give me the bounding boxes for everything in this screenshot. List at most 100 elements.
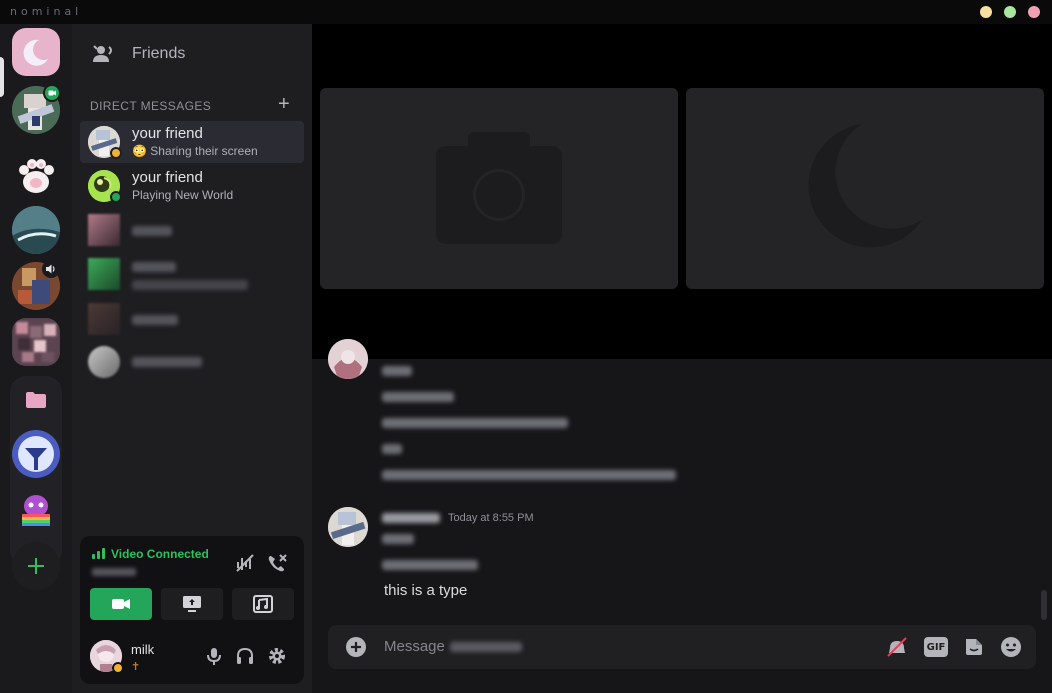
custom-status: ✝ [131, 661, 141, 673]
plus-circle-icon [346, 637, 366, 657]
online-status-icon [110, 191, 122, 203]
plus-icon [28, 558, 44, 574]
home-button[interactable] [12, 28, 60, 76]
dm-status: Playing New World [132, 188, 234, 202]
camera-icon [112, 599, 130, 609]
disconnect-icon[interactable] [266, 552, 288, 574]
avatar [88, 258, 120, 290]
video-badge [43, 84, 61, 102]
speaker-icon [46, 264, 55, 274]
activity-icon [253, 595, 273, 613]
emoji-button[interactable] [999, 635, 1023, 659]
gif-button[interactable]: GIF [924, 637, 948, 657]
dm-sidebar: Friends DIRECT MESSAGES + your friend 😳 … [72, 24, 312, 693]
server-pixel[interactable] [12, 318, 60, 366]
redacted-text [382, 392, 454, 402]
server-wave[interactable] [12, 206, 60, 254]
avatar [88, 214, 120, 246]
voice-status: Video Connected [111, 547, 209, 561]
paw-icon [19, 159, 54, 193]
screen-share-button[interactable] [161, 588, 223, 620]
dm-name: your friend [132, 125, 203, 142]
server-rail [0, 24, 72, 693]
sticker-button[interactable] [962, 635, 986, 659]
activity-button[interactable] [232, 588, 294, 620]
video-stage [312, 24, 1052, 359]
headphones-icon[interactable] [235, 646, 255, 666]
redacted-text [382, 418, 568, 428]
idle-status-icon [110, 147, 122, 159]
ghost-icon [12, 430, 60, 478]
close-button[interactable] [1028, 6, 1040, 18]
camera-icon [45, 86, 59, 100]
server-avatar [12, 318, 60, 366]
redacted-text [382, 444, 402, 454]
folder-icon [26, 392, 46, 408]
avatar[interactable] [328, 339, 368, 379]
camera-toggle-button[interactable] [90, 588, 152, 620]
attach-button[interactable] [344, 635, 368, 659]
server-ghost[interactable] [12, 430, 60, 478]
gift-button[interactable] [885, 635, 909, 659]
avatar [88, 346, 120, 378]
redacted-text [382, 470, 676, 480]
message-text: this is a type [384, 582, 468, 599]
message-composer: Message GIF [328, 625, 1036, 669]
friends-icon [93, 45, 112, 62]
redacted-text [132, 315, 178, 325]
message-list: Today at 8:55 PM this is a type [312, 339, 1052, 619]
moon-icon [808, 124, 922, 248]
moon-icon [23, 39, 48, 66]
redacted-text [132, 357, 202, 367]
app-name: nominal [10, 5, 83, 18]
octopus-icon [22, 495, 50, 526]
dm-item[interactable]: your friend Playing New World [80, 165, 304, 207]
title-bar: nominal [0, 0, 1052, 24]
user-panel: milk ✝ [80, 634, 304, 678]
folder-toggle[interactable] [12, 376, 60, 424]
scrollbar-thumb[interactable] [1041, 590, 1047, 620]
friends-label: Friends [132, 45, 186, 62]
idle-status-icon [112, 662, 124, 674]
flushed-emoji-icon: 😳 [132, 144, 147, 158]
dm-header: DIRECT MESSAGES [90, 99, 212, 113]
redacted-text [382, 560, 478, 570]
video-tile-camera[interactable] [320, 88, 678, 289]
dm-item[interactable]: your friend 😳 Sharing their screen [80, 121, 304, 163]
signal-icon [92, 548, 105, 559]
server-octopus[interactable] [12, 486, 60, 534]
dm-status: 😳 Sharing their screen [132, 144, 258, 158]
settings-gear-icon[interactable] [267, 646, 287, 666]
redacted-text [132, 226, 172, 236]
voice-badge [42, 260, 60, 278]
camera-off-icon [436, 132, 562, 244]
server-avatar [12, 206, 60, 254]
avatar[interactable] [328, 507, 368, 547]
redacted-text [92, 568, 136, 576]
friends-nav-item[interactable]: Friends [80, 34, 304, 74]
message-input[interactable]: Message [384, 638, 445, 655]
redacted-text [382, 513, 440, 523]
dm-name: your friend [132, 169, 203, 186]
server-paw[interactable] [12, 152, 60, 200]
redacted-text [382, 366, 412, 376]
create-dm-button[interactable]: + [278, 94, 290, 114]
add-server-button[interactable] [12, 542, 60, 590]
redacted-text [450, 642, 522, 652]
screen-share-icon [183, 596, 201, 612]
minimize-button[interactable] [980, 6, 992, 18]
sticker-icon [966, 639, 982, 655]
redacted-text [132, 262, 176, 272]
smiley-icon [1001, 637, 1021, 657]
maximize-button[interactable] [1004, 6, 1016, 18]
username: milk [131, 642, 155, 657]
main-content: Today at 8:55 PM this is a type Message … [312, 24, 1052, 693]
microphone-icon[interactable] [204, 646, 224, 666]
voice-panel: Video Connected milk ✝ [80, 536, 304, 684]
gift-disabled-icon [887, 637, 907, 657]
noise-suppression-icon[interactable] [234, 552, 256, 574]
selected-indicator [0, 57, 4, 97]
redacted-text [132, 280, 248, 290]
message-timestamp: Today at 8:55 PM [448, 512, 534, 524]
video-tile-user[interactable] [686, 88, 1044, 289]
